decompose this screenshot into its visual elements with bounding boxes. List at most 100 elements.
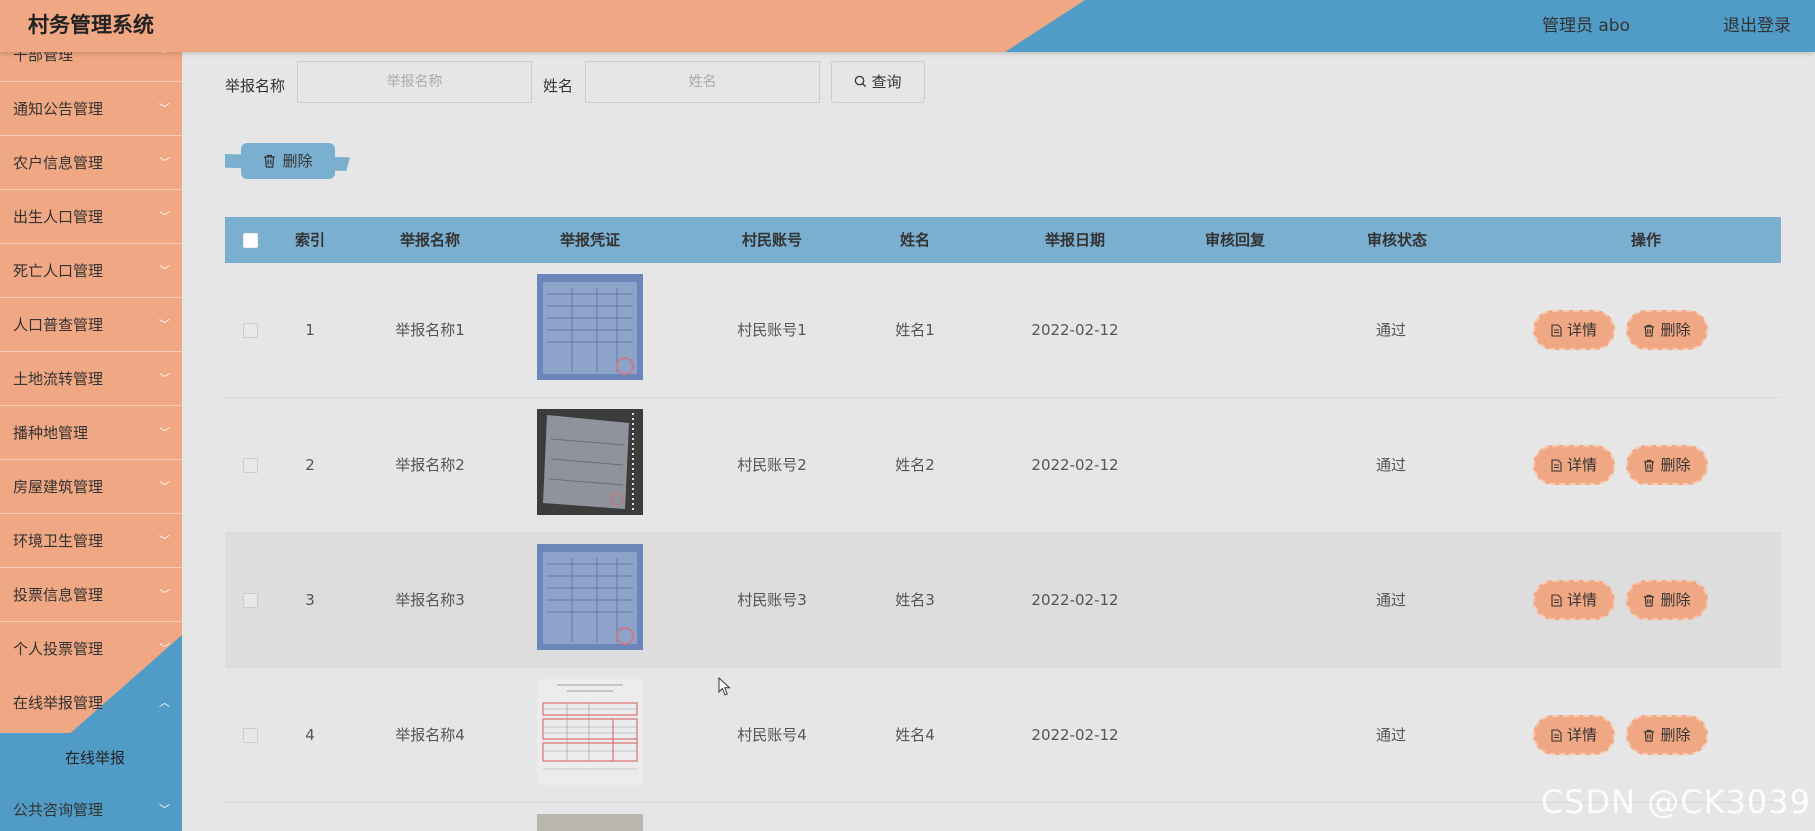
sidebar-item-land[interactable]: 土地流转管理 ﹀: [0, 352, 182, 406]
sidebar-item-consult[interactable]: 公共咨询管理 ﹀: [0, 783, 182, 831]
sidebar-item-farmer[interactable]: 农户信息管理 ﹀: [0, 136, 182, 190]
sidebar-item-label: 通知公告管理: [13, 100, 104, 118]
batch-delete-button[interactable]: 删除: [225, 143, 350, 179]
chevron-up-icon: ︿: [159, 696, 170, 709]
row-checkbox[interactable]: [243, 728, 258, 743]
chevron-down-icon: ﹀: [159, 803, 170, 816]
cell-status: 通过: [1375, 726, 1406, 744]
sidebar-item-sowing[interactable]: 播种地管理 ﹀: [0, 406, 182, 460]
cell-reply: [1185, 263, 1285, 398]
cell-report-name: 举报名称4: [395, 726, 465, 744]
cell-name: 姓名3: [895, 591, 935, 609]
chevron-down-icon: ﹀: [159, 372, 170, 385]
evidence-image-partial[interactable]: [537, 814, 643, 831]
sidebar-item-label: 投票信息管理: [13, 586, 104, 604]
sidebar-item-death[interactable]: 死亡人口管理 ﹀: [0, 244, 182, 298]
sidebar-item-label: 农户信息管理: [13, 154, 104, 172]
row-checkbox[interactable]: [243, 458, 258, 473]
trash-icon: [1644, 594, 1655, 607]
detail-button[interactable]: 详情: [1533, 445, 1615, 485]
trash-icon: [1644, 324, 1655, 337]
trash-icon: [264, 154, 276, 168]
row-checkbox[interactable]: [243, 323, 258, 338]
chevron-down-icon: ﹀: [159, 156, 170, 169]
row-checkbox[interactable]: [243, 593, 258, 608]
table-row: 3 举报名称3 村民账号3 姓名3 2022-02-12 通过 详情 删除: [225, 533, 1781, 668]
sidebar-item-label: 干部管理: [13, 52, 74, 64]
report-name-label: 举报名称: [225, 77, 286, 95]
document-icon: [1551, 324, 1562, 337]
sidebar-item-label: 土地流转管理: [13, 370, 104, 388]
delete-label: 删除: [1660, 321, 1691, 339]
trash-icon: [1644, 459, 1655, 472]
cell-date: 2022-02-12: [1031, 591, 1119, 609]
sidebar-item-label: 死亡人口管理: [13, 262, 104, 280]
csdn-watermark: CSDN @CK3039: [1540, 783, 1811, 821]
header-reply: 审核回复: [1204, 231, 1265, 249]
cell-report-name: 举报名称1: [395, 321, 465, 339]
mouse-cursor-icon: [718, 677, 731, 696]
top-header: 村务管理系统 管理员 abo 退出登录: [0, 0, 1815, 52]
cell-reply: [1185, 668, 1285, 803]
cell-index: 1: [305, 321, 315, 339]
query-label: 查询: [871, 73, 902, 91]
current-user: 管理员 abo: [1541, 16, 1630, 36]
sidebar-item-housing[interactable]: 房屋建筑管理 ﹀: [0, 460, 182, 514]
sidebar-item-label: 人口普查管理: [13, 316, 104, 334]
sidebar-item-report[interactable]: 在线举报管理 ︿: [0, 676, 182, 730]
sidebar-item-label: 出生人口管理: [13, 208, 104, 226]
cell-status: 通过: [1375, 321, 1406, 339]
cell-date: 2022-02-12: [1031, 726, 1119, 744]
cell-name: 姓名1: [895, 321, 935, 339]
report-name-input[interactable]: [297, 61, 532, 103]
detail-button[interactable]: 详情: [1533, 580, 1615, 620]
sidebar-item-birth[interactable]: 出生人口管理 ﹀: [0, 190, 182, 244]
delete-button[interactable]: 删除: [1626, 445, 1708, 485]
person-name-input[interactable]: [585, 61, 820, 103]
logout-link[interactable]: 退出登录: [1723, 11, 1791, 36]
evidence-image[interactable]: [537, 409, 643, 515]
chevron-down-icon: ﹀: [159, 264, 170, 277]
header-account: 村民账号: [741, 231, 802, 249]
cell-account: 村民账号2: [737, 456, 807, 474]
header-index: 索引: [294, 231, 325, 249]
cell-index: 3: [305, 591, 315, 609]
detail-button[interactable]: 详情: [1533, 310, 1615, 350]
header-name: 姓名: [899, 231, 930, 249]
chevron-down-icon: ﹀: [159, 534, 170, 547]
cell-reply: [1185, 533, 1285, 668]
table-header: 索引 举报名称 举报凭证 村民账号 姓名 举报日期 审核回复 审核状态 操作: [225, 217, 1781, 263]
search-icon: [855, 75, 867, 88]
evidence-image[interactable]: [537, 274, 643, 380]
cell-status: 通过: [1375, 456, 1406, 474]
delete-button[interactable]: 删除: [1626, 310, 1708, 350]
chevron-down-icon: ﹀: [159, 588, 170, 601]
sidebar-item-personal-vote[interactable]: 个人投票管理 ﹀: [0, 622, 182, 676]
table-row: 2 举报名称2 村民账号2 姓名2 2022-02-12 通过 详情 删除: [225, 398, 1781, 533]
sidebar-item-sanitation[interactable]: 环境卫生管理 ﹀: [0, 514, 182, 568]
header-date: 举报日期: [1044, 231, 1105, 249]
chevron-down-icon: ﹀: [159, 318, 170, 331]
chevron-down-icon: ﹀: [159, 426, 170, 439]
cell-date: 2022-02-12: [1031, 321, 1119, 339]
chevron-down-icon: ﹀: [159, 210, 170, 223]
delete-button[interactable]: 删除: [1626, 715, 1708, 755]
sidebar-item-census[interactable]: 人口普查管理 ﹀: [0, 298, 182, 352]
evidence-image[interactable]: [537, 679, 643, 785]
select-all-checkbox[interactable]: [243, 233, 258, 248]
chevron-down-icon: ﹀: [159, 642, 170, 655]
sidebar-item-cadre[interactable]: 干部管理 ﹀: [0, 52, 182, 82]
sidebar-subitem-online-report[interactable]: 在线举报: [0, 733, 182, 783]
query-button[interactable]: 查询: [831, 61, 925, 103]
delete-label: 删除: [1660, 726, 1691, 744]
detail-label: 详情: [1566, 726, 1597, 744]
detail-button[interactable]: 详情: [1533, 715, 1615, 755]
sidebar-item-notice[interactable]: 通知公告管理 ﹀: [0, 82, 182, 136]
delete-label: 删除: [1660, 591, 1691, 609]
header-report-name: 举报名称: [399, 231, 460, 249]
sidebar-item-vote-info[interactable]: 投票信息管理 ﹀: [0, 568, 182, 622]
document-icon: [1551, 729, 1562, 742]
delete-button[interactable]: 删除: [1626, 580, 1708, 620]
header-status: 审核状态: [1366, 231, 1427, 249]
evidence-image[interactable]: [537, 544, 643, 650]
